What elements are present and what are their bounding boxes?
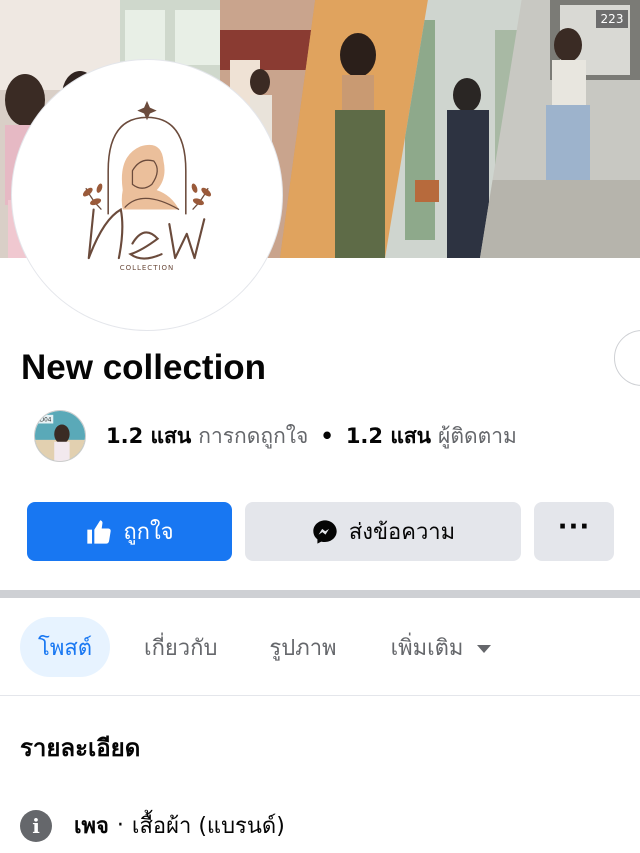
category-type-label: เพจ (74, 814, 109, 839)
section-divider (0, 590, 640, 598)
category-separator: · (116, 813, 124, 838)
chevron-down-icon (477, 644, 492, 653)
avatar-label: D04 (40, 418, 52, 424)
send-message-button[interactable]: ส่งข้อความ (245, 502, 521, 561)
followers-label: ผู้ติดตาม (438, 423, 517, 448)
tab-posts[interactable]: โพสต์ (20, 617, 111, 677)
more-dots-icon: ··· (557, 511, 591, 542)
page-tabs: โพสต์ เกี่ยวกับ รูปภาพ เพิ่มเติม (20, 617, 492, 677)
category-value: เสื้อผ้า (แบรนด์) (131, 814, 285, 839)
details-heading: รายละเอียด (20, 734, 141, 762)
stats-separator: • (320, 424, 334, 448)
more-options-button[interactable]: ··· (534, 502, 614, 561)
page-category-row: i เพจ · เสื้อผ้า (แบรนด์) (20, 808, 285, 843)
stats-row: D04 1.2 แสน การกดถูกใจ • 1.2 แสน ผู้ติดต… (34, 410, 517, 462)
profile-picture[interactable]: COLLECTION (12, 60, 282, 330)
tab-about[interactable]: เกี่ยวกับ (144, 617, 217, 677)
tabs-divider (0, 695, 640, 696)
like-button[interactable]: ถูกใจ (27, 502, 232, 561)
tab-more-label: เพิ่มเติม (390, 635, 464, 661)
info-icon: i (20, 809, 52, 842)
send-message-label: ส่งข้อความ (348, 520, 456, 545)
friend-avatar[interactable]: D04 (34, 410, 86, 462)
followers-count: 1.2 แสน (345, 423, 432, 448)
stats-text: 1.2 แสน การกดถูกใจ • 1.2 แสน ผู้ติดตาม (106, 420, 517, 453)
logo-caption: COLLECTION (119, 264, 175, 272)
tab-more[interactable]: เพิ่มเติม (391, 617, 492, 677)
cover-number-sign: 223 (596, 10, 628, 28)
likes-count: 1.2 แสน (106, 423, 192, 448)
likes-label: การกดถูกใจ (198, 423, 309, 448)
thumbs-up-icon (85, 518, 113, 546)
messenger-icon (311, 518, 339, 546)
page-title: New collection (21, 348, 267, 387)
like-button-label: ถูกใจ (123, 520, 174, 545)
edge-circle-button[interactable] (614, 330, 640, 386)
tab-photos[interactable]: รูปภาพ (269, 617, 336, 677)
